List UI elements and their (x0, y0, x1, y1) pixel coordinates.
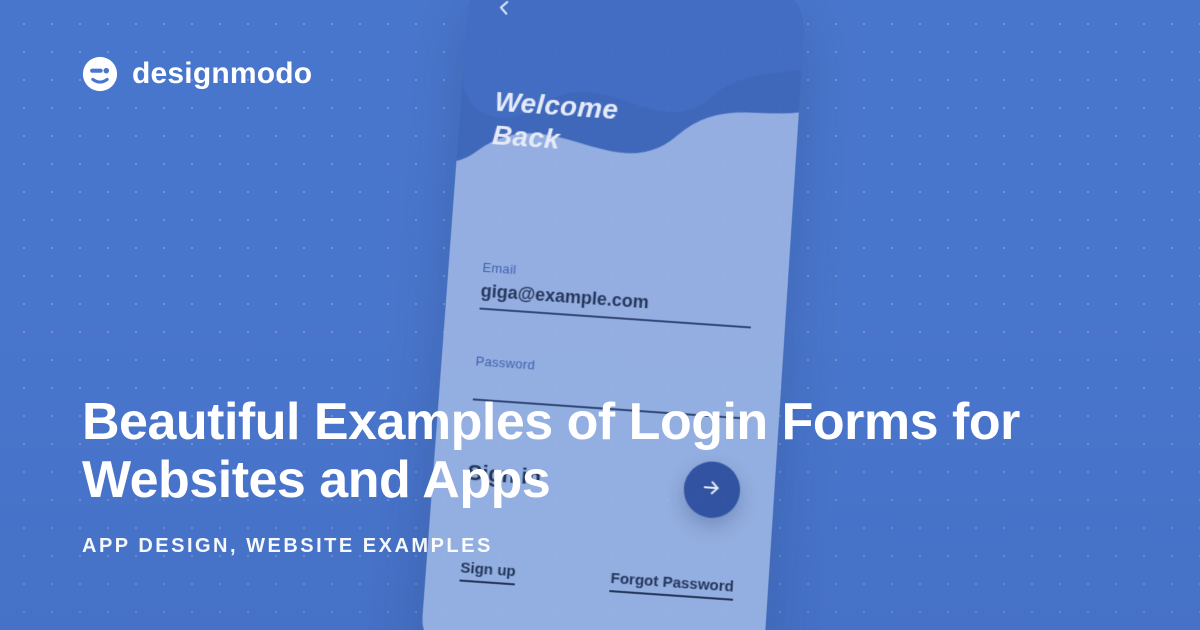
forgot-password-link[interactable]: Forgot Password (610, 570, 735, 601)
brand-name: designmodo (132, 57, 312, 91)
email-field-group: Email giga@example.com (479, 260, 754, 329)
brand-lockup: designmodo (82, 56, 312, 92)
back-icon[interactable] (495, 0, 514, 17)
article-text-block: Beautiful Examples of Login Forms for We… (82, 393, 1118, 558)
designmodo-logo-icon (82, 56, 118, 92)
category-kicker: APP DESIGN, WEBSITE EXAMPLES (82, 535, 1118, 558)
page-title: Beautiful Examples of Login Forms for We… (82, 393, 1082, 509)
signup-link[interactable]: Sign up (459, 559, 516, 585)
